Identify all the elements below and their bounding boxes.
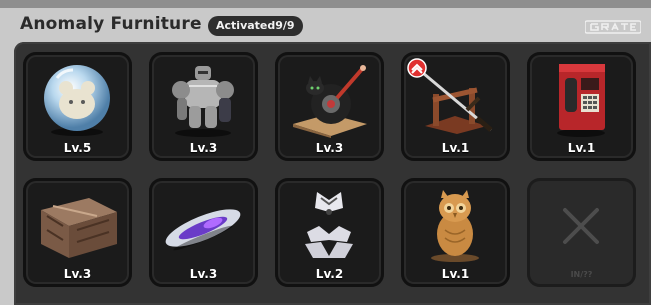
level-label: Lv.1 (567, 141, 596, 155)
hover-board-icon (165, 209, 241, 251)
red-payphone-icon (557, 64, 605, 137)
close-x-icon (563, 208, 599, 244)
furniture-slot-payphone[interactable]: Lv.1 (527, 52, 636, 161)
furniture-slot-crystal-orb[interactable]: Lv.5 (23, 52, 132, 161)
crystal-bear-orb-icon (44, 65, 110, 136)
level-label: Lv.3 (63, 267, 92, 281)
maid-apron-icon (305, 192, 353, 258)
furniture-slot-crate[interactable]: Lv.3 (23, 178, 132, 287)
level-label: Lv.3 (189, 141, 218, 155)
level-label: Lv.1 (441, 267, 470, 281)
level-label: Lv.3 (189, 267, 218, 281)
furniture-panel: Lv.5 Lv.3 Lv.3 Lv.1 Lv.1 Lv.3 Lv.3 Lv.2 … (14, 42, 651, 305)
furniture-slot-sword-stand[interactable]: Lv.1 (401, 52, 510, 161)
furniture-slot-apron[interactable]: Lv.2 (275, 178, 384, 287)
activated-badge: Activated9/9 (208, 16, 303, 36)
owl-statue-icon (431, 190, 479, 262)
upgrade-alert-icon (407, 58, 427, 78)
furniture-slot-tire-seat[interactable]: Lv.3 (275, 52, 384, 161)
armored-robot-icon (172, 66, 234, 137)
level-label: Lv.3 (315, 141, 344, 155)
top-strip (0, 0, 651, 8)
furniture-slot-empty[interactable]: IN/?? (527, 178, 636, 287)
wooden-crate-icon (41, 198, 117, 258)
tire-cat-seat-icon (293, 65, 367, 138)
empty-slot-caption: IN/?? (570, 270, 593, 279)
section-title: Anomaly Furniture (20, 14, 202, 34)
level-label: Lv.5 (63, 141, 92, 155)
level-label: Lv.1 (441, 141, 470, 155)
furniture-slot-hoverboard[interactable]: Lv.3 (149, 178, 258, 287)
furniture-slot-owl[interactable]: Lv.1 (401, 178, 510, 287)
section-header: Anomaly Furniture Activated9/9 (0, 8, 651, 42)
level-label: Lv.2 (315, 267, 344, 281)
game-logo (585, 20, 641, 34)
furniture-slot-armored-robot[interactable]: Lv.3 (149, 52, 258, 161)
